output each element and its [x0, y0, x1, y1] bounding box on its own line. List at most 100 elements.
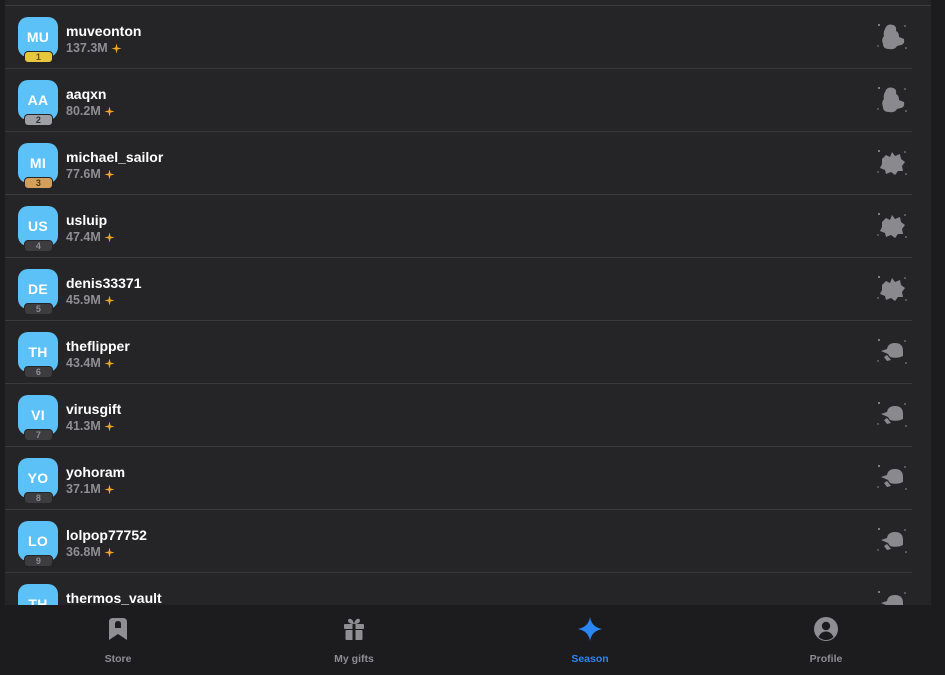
- tab-season[interactable]: Season: [472, 605, 708, 675]
- gift-silhouette-icon[interactable]: [875, 398, 909, 432]
- score: 41.3M: [66, 419, 115, 433]
- score: 47.4M: [66, 230, 115, 244]
- rank-badge: 5: [24, 303, 53, 315]
- leaderboard-panel[interactable]: MU 1 muveonton 137.3M AA 2 aaqxn 80.2M M…: [5, 0, 931, 605]
- star-icon: [104, 420, 115, 432]
- leaderboard-row[interactable]: TH 10 thermos_vault: [5, 573, 912, 605]
- rank-badge: 3: [24, 177, 53, 189]
- tab-store[interactable]: Store: [0, 605, 236, 675]
- profile-icon: [814, 617, 838, 641]
- score-value: 37.1M: [66, 482, 101, 496]
- leaderboard-row[interactable]: MI 3 michael_sailor 77.6M: [5, 132, 912, 195]
- username: usluip: [66, 212, 108, 228]
- score-value: 77.6M: [66, 167, 101, 181]
- avatar[interactable]: VI 7: [18, 395, 58, 441]
- gift-silhouette-icon[interactable]: [875, 83, 909, 117]
- avatar-initials: US: [27, 218, 49, 234]
- tab-my-gifts[interactable]: My gifts: [236, 605, 472, 675]
- avatar-initials: MU: [26, 29, 50, 45]
- gift-silhouette-icon[interactable]: [875, 524, 909, 558]
- bottom-tab-bar: Store My gifts Season Profile: [0, 605, 945, 675]
- star-icon: [104, 105, 115, 117]
- avatar-initials: TH: [28, 596, 48, 605]
- avatar-initials: DE: [27, 281, 49, 297]
- gift-silhouette-icon[interactable]: [875, 461, 909, 495]
- gift-icon: [344, 618, 364, 640]
- username: michael_sailor: [66, 149, 164, 165]
- gift-silhouette-icon[interactable]: [875, 272, 909, 306]
- tab-label: Profile: [809, 653, 843, 665]
- tab-profile[interactable]: Profile: [708, 605, 944, 675]
- rank-badge: 6: [24, 366, 53, 378]
- score-value: 80.2M: [66, 104, 101, 118]
- score: 36.8M: [66, 545, 115, 559]
- leaderboard-row[interactable]: DE 5 denis33371 45.9M: [5, 258, 912, 321]
- leaderboard-row[interactable]: LO 9 lolpop77752 36.8M: [5, 510, 912, 573]
- score-value: 47.4M: [66, 230, 101, 244]
- gift-silhouette-icon[interactable]: [875, 146, 909, 180]
- star-icon: [104, 546, 115, 558]
- avatar[interactable]: AA 2: [18, 80, 58, 126]
- avatar-initials: YO: [27, 470, 49, 486]
- star-icon: [104, 231, 115, 243]
- score: 37.1M: [66, 482, 115, 496]
- tab-label: Store: [104, 653, 132, 665]
- rank-badge: 1: [24, 51, 53, 63]
- score-value: 36.8M: [66, 545, 101, 559]
- star-icon: [111, 42, 122, 54]
- score-value: 137.3M: [66, 41, 108, 55]
- gift-silhouette-icon[interactable]: [875, 335, 909, 369]
- tab-label: My gifts: [334, 653, 374, 665]
- gift-silhouette-icon[interactable]: [875, 209, 909, 243]
- rank-badge: 4: [24, 240, 53, 252]
- score: 137.3M: [66, 41, 122, 55]
- rank-badge: 8: [24, 492, 53, 504]
- tab-label: Season: [571, 653, 609, 665]
- username: yohoram: [66, 464, 126, 480]
- score: 43.4M: [66, 356, 115, 370]
- avatar[interactable]: DE 5: [18, 269, 58, 315]
- leaderboard-row[interactable]: YO 8 yohoram 37.1M: [5, 447, 912, 510]
- username: aaqxn: [66, 86, 107, 102]
- avatar-initials: LO: [27, 533, 49, 549]
- avatar[interactable]: YO 8: [18, 458, 58, 504]
- avatar[interactable]: MI 3: [18, 143, 58, 189]
- avatar-initials: MI: [29, 155, 47, 171]
- username: theflipper: [66, 338, 130, 354]
- avatar[interactable]: US 4: [18, 206, 58, 252]
- leaderboard-list[interactable]: MU 1 muveonton 137.3M AA 2 aaqxn 80.2M M…: [5, 6, 931, 605]
- avatar-initials: TH: [28, 344, 48, 360]
- gift-silhouette-icon[interactable]: [875, 20, 909, 54]
- store-icon: [109, 618, 127, 640]
- score: 80.2M: [66, 104, 115, 118]
- avatar[interactable]: TH 10: [18, 584, 58, 605]
- avatar-initials: VI: [31, 407, 45, 423]
- star-icon: [104, 357, 115, 369]
- avatar[interactable]: TH 6: [18, 332, 58, 378]
- leaderboard-row[interactable]: TH 6 theflipper 43.4M: [5, 321, 912, 384]
- score-value: 45.9M: [66, 293, 101, 307]
- score: 77.6M: [66, 167, 115, 181]
- score-value: 41.3M: [66, 419, 101, 433]
- rank-badge: 2: [24, 114, 53, 126]
- gift-silhouette-icon[interactable]: [875, 587, 909, 605]
- star-icon: [104, 294, 115, 306]
- rank-badge: 7: [24, 429, 53, 441]
- username: denis33371: [66, 275, 142, 291]
- username: virusgift: [66, 401, 122, 417]
- app-root: MU 1 muveonton 137.3M AA 2 aaqxn 80.2M M…: [0, 0, 945, 675]
- avatar[interactable]: MU 1: [18, 17, 58, 63]
- leaderboard-row[interactable]: MU 1 muveonton 137.3M: [5, 6, 912, 69]
- sparkle-icon: [578, 617, 602, 641]
- username: muveonton: [66, 23, 142, 39]
- rank-badge: 9: [24, 555, 53, 567]
- leaderboard-row[interactable]: VI 7 virusgift 41.3M: [5, 384, 912, 447]
- leaderboard-row[interactable]: AA 2 aaqxn 80.2M: [5, 69, 912, 132]
- username: thermos_vault: [66, 590, 162, 605]
- avatar-initials: AA: [27, 92, 49, 108]
- leaderboard-row[interactable]: US 4 usluip 47.4M: [5, 195, 912, 258]
- score-value: 43.4M: [66, 356, 101, 370]
- star-icon: [104, 483, 115, 495]
- star-icon: [104, 168, 115, 180]
- avatar[interactable]: LO 9: [18, 521, 58, 567]
